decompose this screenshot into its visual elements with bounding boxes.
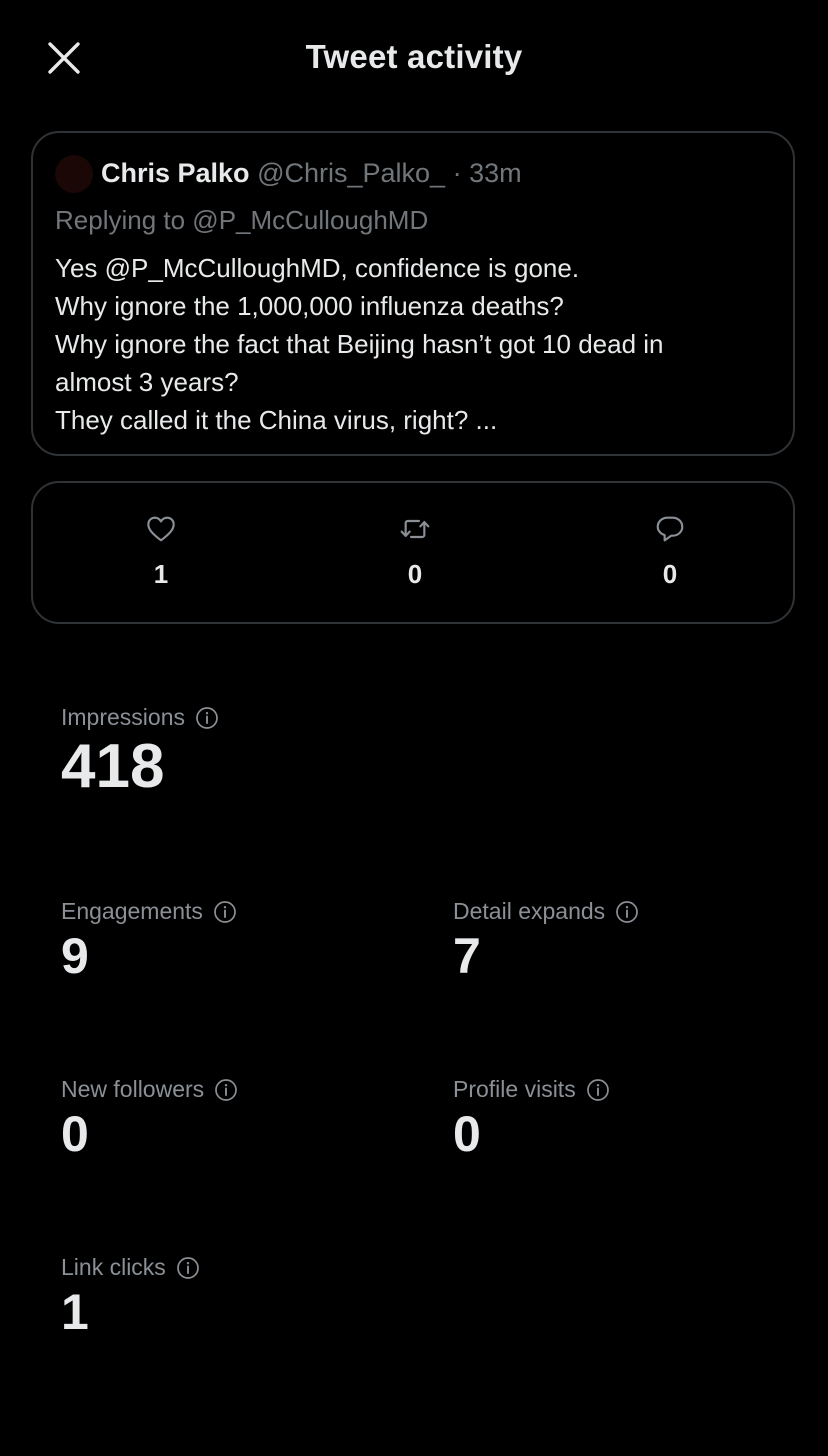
tweet-line: Why ignore the 1,000,000 influenza death… — [55, 291, 564, 321]
replies-count: 0 — [662, 559, 678, 589]
likes-stat: 1 — [101, 513, 221, 590]
profile-visits-value: 0 — [453, 1106, 481, 1162]
likes-count: 1 — [153, 559, 169, 589]
impressions-label-row: Impressions — [61, 704, 219, 731]
tweet-time: 33m — [469, 158, 522, 188]
interactions-card: 1 0 0 — [31, 481, 795, 624]
info-icon[interactable] — [214, 1078, 238, 1102]
tweet-text: Yes @P_McCulloughMD, confidence is gone.… — [55, 249, 775, 439]
engagements-value: 9 — [61, 928, 89, 984]
info-icon[interactable] — [615, 900, 639, 924]
retweets-count: 0 — [407, 559, 423, 589]
header: Tweet activity — [0, 0, 828, 114]
engagements-label-row: Engagements — [61, 898, 237, 925]
link-clicks-label: Link clicks — [61, 1254, 166, 1280]
detail-expands-label-row: Detail expands — [453, 898, 639, 925]
profile-visits-metric: Profile visits 0 — [453, 1076, 610, 1163]
engagements-label: Engagements — [61, 898, 203, 924]
profile-visits-label: Profile visits — [453, 1076, 576, 1102]
separator-dot: · — [452, 158, 462, 188]
impressions-metric: Impressions 418 — [61, 704, 219, 802]
author-handle[interactable]: @Chris_Palko_ — [257, 158, 445, 188]
link-clicks-metric: Link clicks 1 — [61, 1254, 200, 1341]
info-icon[interactable] — [213, 900, 237, 924]
detail-expands-metric: Detail expands 7 — [453, 898, 639, 985]
author-name[interactable]: Chris Palko — [101, 158, 250, 188]
detail-expands-value: 7 — [453, 928, 481, 984]
detail-expands-label: Detail expands — [453, 898, 606, 924]
tweet-line: almost 3 years? — [55, 367, 239, 397]
link-clicks-value: 1 — [61, 1284, 89, 1340]
impressions-label: Impressions — [61, 704, 185, 730]
reply-icon — [656, 516, 684, 542]
info-icon[interactable] — [586, 1078, 610, 1102]
link-clicks-label-row: Link clicks — [61, 1254, 200, 1281]
new-followers-label-row: New followers — [61, 1076, 238, 1103]
tweet-line: They called it the China virus, right? .… — [55, 405, 498, 435]
new-followers-metric: New followers 0 — [61, 1076, 238, 1163]
engagements-metric: Engagements 9 — [61, 898, 237, 985]
tweet-line: Yes @P_McCulloughMD, confidence is gone. — [55, 253, 580, 283]
new-followers-label: New followers — [61, 1076, 205, 1102]
impressions-value: 418 — [61, 732, 165, 801]
heart-icon — [147, 516, 175, 542]
tweet-header: Chris Palko @Chris_Palko_ · 33m — [101, 158, 522, 189]
tweet-line: Why ignore the fact that Beijing hasn’t … — [55, 329, 664, 359]
info-icon[interactable] — [176, 1256, 200, 1280]
replying-to[interactable]: Replying to @P_McCulloughMD — [55, 205, 428, 236]
new-followers-value: 0 — [61, 1106, 89, 1162]
info-icon[interactable] — [195, 706, 219, 730]
avatar[interactable] — [55, 155, 93, 193]
profile-visits-label-row: Profile visits — [453, 1076, 610, 1103]
retweets-stat: 0 — [355, 513, 475, 590]
tweet-card[interactable]: Chris Palko @Chris_Palko_ · 33m Replying… — [31, 131, 795, 456]
retweet-icon — [400, 519, 430, 539]
replies-stat: 0 — [610, 513, 730, 590]
page-title: Tweet activity — [305, 38, 523, 75]
